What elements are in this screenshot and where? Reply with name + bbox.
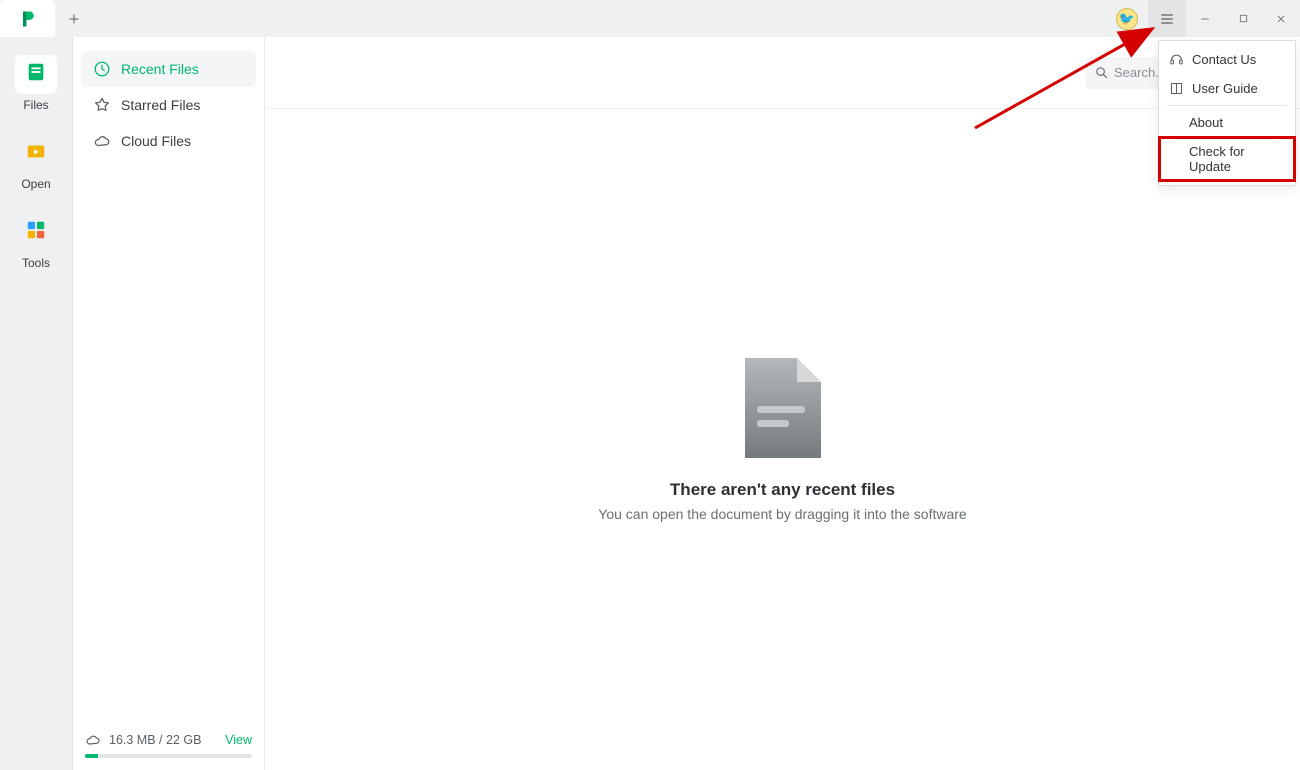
menu-item-label: Check for Update: [1189, 144, 1285, 174]
active-tab[interactable]: [0, 0, 55, 37]
hamburger-icon: [1159, 11, 1175, 27]
menu-item-userguide[interactable]: User Guide: [1159, 74, 1295, 103]
search-icon: [1094, 65, 1109, 85]
star-icon: [93, 96, 111, 114]
titlebar: 🐦: [0, 0, 1300, 37]
empty-subtitle: You can open the document by dragging it…: [598, 506, 966, 522]
empty-document-icon: [741, 358, 825, 458]
leftbar-label: Files: [23, 98, 48, 112]
sidebar-item-label: Cloud Files: [121, 133, 191, 149]
sidebar: Recent Files Starred Files Cloud Files 1…: [73, 37, 265, 770]
storage-text: 16.3 MB / 22 GB: [109, 733, 201, 747]
menu-item-about[interactable]: About: [1159, 108, 1295, 137]
sidebar-item-recent[interactable]: Recent Files: [81, 51, 256, 87]
leftbar-item-open[interactable]: Open: [15, 134, 57, 191]
leftbar: Files Open Tools: [0, 37, 73, 770]
leftbar-item-tools[interactable]: Tools: [15, 213, 57, 270]
app-logo-icon: [18, 9, 38, 29]
storage-footer: 16.3 MB / 22 GB View: [73, 732, 264, 758]
book-icon: [1169, 81, 1184, 96]
leftbar-label: Open: [21, 177, 50, 191]
leftbar-item-files[interactable]: Files: [15, 55, 57, 112]
minimize-button[interactable]: [1186, 0, 1224, 37]
cloud-icon: [85, 732, 101, 748]
menu-item-check-update[interactable]: Check for Update: [1159, 137, 1295, 181]
maximize-icon: [1238, 13, 1249, 24]
main-toolbar: [265, 37, 1300, 109]
empty-title: There aren't any recent files: [670, 480, 895, 500]
main: There aren't any recent files You can op…: [265, 37, 1300, 770]
menu-separator: [1167, 105, 1287, 106]
storage-view-link[interactable]: View: [225, 733, 252, 747]
files-icon: [25, 61, 47, 83]
minimize-icon: [1199, 13, 1211, 25]
plus-icon: [67, 12, 81, 26]
menu-item-label: User Guide: [1192, 81, 1258, 96]
titlebar-spacer: [92, 0, 1116, 37]
open-icon: [25, 140, 47, 162]
app-body: Files Open Tools: [0, 37, 1300, 770]
sidebar-item-label: Starred Files: [121, 97, 200, 113]
avatar[interactable]: 🐦: [1116, 8, 1138, 30]
clock-icon: [93, 60, 111, 78]
menu-item-label: About: [1189, 115, 1223, 130]
sidebar-item-cloud[interactable]: Cloud Files: [81, 123, 256, 159]
maximize-button[interactable]: [1224, 0, 1262, 37]
leftbar-label: Tools: [22, 256, 50, 270]
close-icon: [1275, 13, 1287, 25]
hamburger-menu-button[interactable]: [1148, 0, 1186, 37]
sidebar-item-label: Recent Files: [121, 61, 199, 77]
cloud-icon: [93, 132, 111, 150]
empty-state: There aren't any recent files You can op…: [265, 109, 1300, 770]
menu-item-label: Contact Us: [1192, 52, 1256, 67]
storage-bar: [85, 754, 252, 758]
headset-icon: [1169, 52, 1184, 67]
close-button[interactable]: [1262, 0, 1300, 37]
menu-item-contact[interactable]: Contact Us: [1159, 45, 1295, 74]
sidebar-item-starred[interactable]: Starred Files: [81, 87, 256, 123]
tools-icon: [25, 219, 47, 241]
hamburger-dropdown: Contact Us User Guide About Check for Up…: [1158, 40, 1296, 186]
new-tab-button[interactable]: [55, 0, 92, 37]
